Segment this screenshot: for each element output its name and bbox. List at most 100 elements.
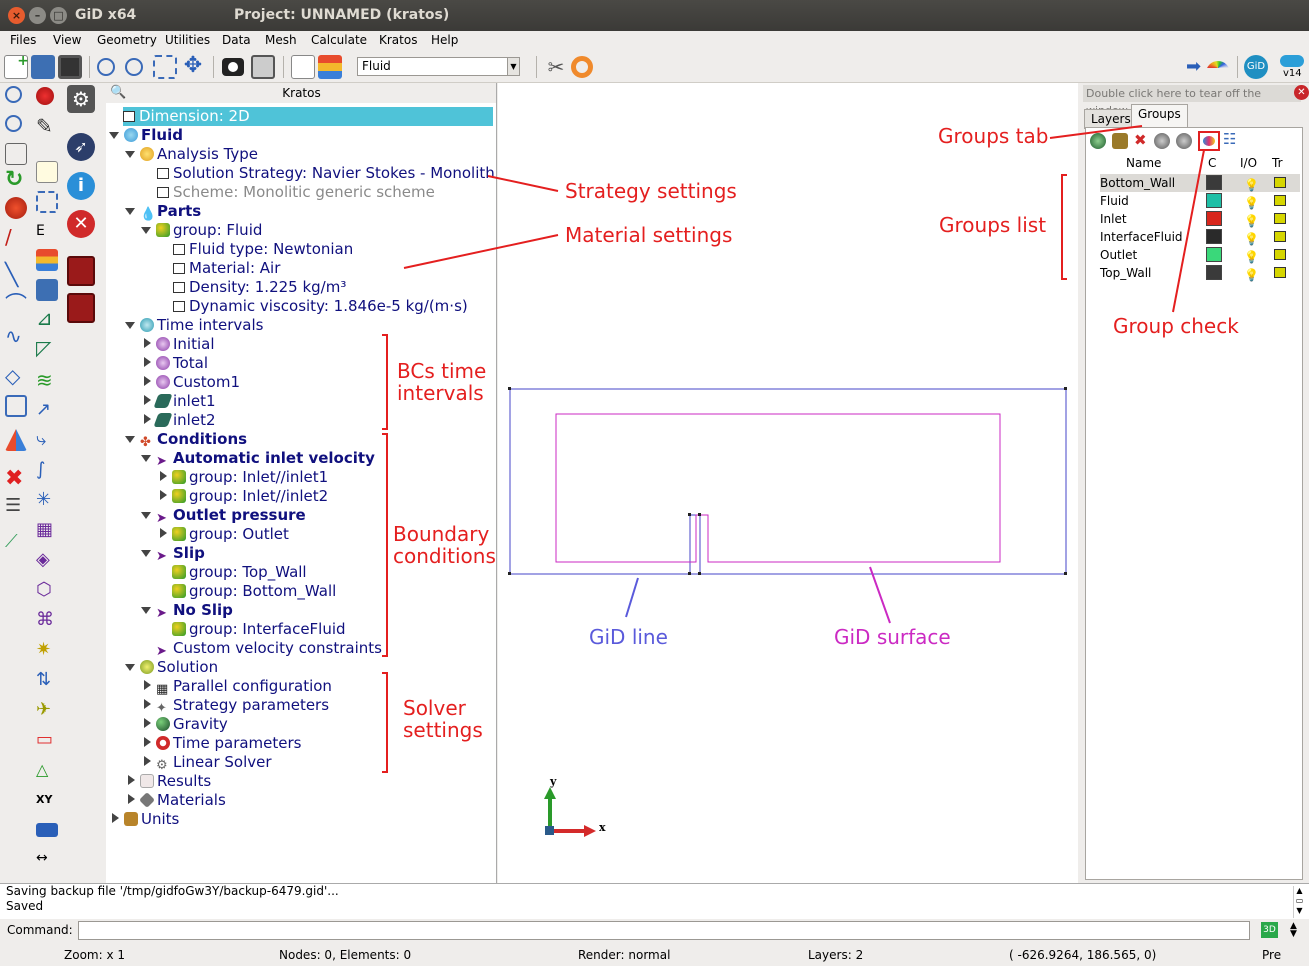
group-check-icon[interactable] bbox=[1198, 131, 1220, 151]
rainbow-icon[interactable] bbox=[1206, 61, 1230, 75]
maximize-window-button[interactable]: □ bbox=[50, 7, 67, 24]
ruler-icon[interactable]: ▭ bbox=[36, 729, 58, 751]
mesh-surface-icon[interactable]: ◸ bbox=[36, 337, 58, 359]
folder-icon[interactable] bbox=[36, 279, 58, 301]
menu-view[interactable]: View bbox=[53, 33, 81, 47]
expand-icon[interactable] bbox=[144, 756, 151, 766]
group-folder-icon[interactable] bbox=[1112, 133, 1128, 149]
copy-icon[interactable] bbox=[291, 55, 315, 79]
tree-item-custom1[interactable]: Custom1 bbox=[156, 373, 240, 392]
notes-icon[interactable] bbox=[36, 161, 58, 183]
group-lock-icon[interactable] bbox=[1176, 133, 1192, 149]
tree-item-inlet1[interactable]: inlet1 bbox=[153, 392, 216, 411]
tree-item-gravity[interactable]: Gravity bbox=[156, 715, 228, 734]
transparency-icon[interactable] bbox=[1274, 213, 1286, 224]
group-color-swatch[interactable] bbox=[1206, 265, 1222, 280]
expand-icon[interactable] bbox=[141, 227, 151, 234]
zoom-in-icon[interactable] bbox=[5, 86, 22, 103]
line-tool-icon[interactable]: ╲ bbox=[5, 265, 27, 287]
tree-item-parts[interactable]: 💧Parts bbox=[140, 202, 201, 222]
add-group-icon[interactable] bbox=[1090, 133, 1106, 149]
render-icon[interactable] bbox=[5, 197, 27, 219]
tree-item-fluid[interactable]: Fluid bbox=[124, 126, 183, 145]
tree-item-time-params[interactable]: Time parameters bbox=[156, 734, 301, 753]
mesh-view-icon[interactable]: ◈ bbox=[36, 549, 58, 571]
gear-icon[interactable]: ⚙ bbox=[67, 85, 95, 113]
tree-item-scheme[interactable]: Scheme: Monolitic generic scheme bbox=[157, 183, 435, 202]
expand-icon[interactable] bbox=[128, 775, 135, 785]
layer-select[interactable]: Fluid ▼ bbox=[357, 57, 520, 76]
new-file-icon[interactable]: + bbox=[4, 53, 29, 79]
tree-item-strategy-params[interactable]: ✦ Strategy parameters bbox=[156, 696, 329, 716]
book-icon[interactable] bbox=[67, 293, 95, 323]
expand-icon[interactable] bbox=[141, 550, 151, 557]
command-input[interactable] bbox=[78, 921, 1250, 940]
close-window-button[interactable]: × bbox=[8, 7, 25, 24]
tree-item-group-top-wall[interactable]: group: Top_Wall bbox=[172, 563, 307, 582]
intersect-icon[interactable]: ✳ bbox=[36, 489, 58, 511]
tree-item-inlet-velocity[interactable]: ➤ Automatic inlet velocity bbox=[156, 449, 375, 469]
tree-item-parallel[interactable]: ▦ Parallel configuration bbox=[156, 677, 332, 697]
print-icon[interactable] bbox=[251, 55, 275, 79]
expand-icon[interactable] bbox=[125, 664, 135, 671]
group-row[interactable]: Bottom_Wall 💡 bbox=[1100, 174, 1300, 192]
tree-item-group-fluid[interactable]: group: Fluid bbox=[156, 221, 262, 240]
version-toggle-icon[interactable] bbox=[1280, 55, 1304, 67]
delete-group-icon[interactable]: ✖ bbox=[1134, 131, 1147, 149]
distance-icon[interactable]: ↔ bbox=[36, 847, 58, 869]
expand-icon[interactable] bbox=[160, 471, 167, 481]
transparency-icon[interactable] bbox=[1274, 267, 1286, 278]
expand-icon[interactable] bbox=[144, 737, 151, 747]
copy-geometry-icon[interactable]: ⟋ bbox=[5, 531, 27, 553]
mesh-quality-icon[interactable]: ⌘ bbox=[36, 609, 58, 631]
expand-icon[interactable] bbox=[144, 357, 151, 367]
gid-logo-icon[interactable]: GiD bbox=[1244, 55, 1268, 79]
tree-item-solution[interactable]: Solution bbox=[140, 658, 218, 677]
group-row[interactable]: Top_Wall 💡 bbox=[1100, 264, 1300, 282]
select-window-icon[interactable] bbox=[36, 191, 58, 213]
redraw-icon[interactable]: ↻ bbox=[5, 169, 27, 191]
group-color-swatch[interactable] bbox=[1206, 229, 1222, 244]
list-icon[interactable]: ☰ bbox=[5, 495, 27, 517]
transparency-icon[interactable] bbox=[1274, 249, 1286, 260]
delete-icon[interactable]: ✖ bbox=[5, 468, 27, 490]
menu-utilities[interactable]: Utilities bbox=[165, 33, 210, 47]
tree-item-group-inlet1[interactable]: group: Inlet//inlet1 bbox=[172, 468, 328, 487]
record-icon[interactable] bbox=[36, 87, 54, 105]
menu-data[interactable]: Data bbox=[222, 33, 251, 47]
expand-icon[interactable] bbox=[144, 718, 151, 728]
zoom-in-icon[interactable] bbox=[97, 58, 115, 76]
polyline-tool-icon[interactable]: ◇ bbox=[5, 365, 27, 387]
expand-icon[interactable] bbox=[125, 208, 135, 215]
tree-item-conditions[interactable]: ✤ Conditions bbox=[140, 430, 247, 450]
save-icon[interactable] bbox=[58, 55, 82, 79]
group-color-swatch[interactable] bbox=[1206, 175, 1222, 190]
menu-geometry[interactable]: Geometry bbox=[97, 33, 157, 47]
tree-item-group-bottom-wall[interactable]: group: Bottom_Wall bbox=[172, 582, 336, 601]
gid-line-outline[interactable] bbox=[509, 388, 1067, 575]
triangle-icon[interactable]: △ bbox=[36, 759, 58, 781]
lightbulb-icon[interactable]: 💡 bbox=[1244, 266, 1259, 284]
tree-item-materials[interactable]: Materials bbox=[139, 791, 226, 810]
measure-icon[interactable]: ✈ bbox=[36, 699, 58, 721]
tree-item-group-inlet2[interactable]: group: Inlet//inlet2 bbox=[172, 487, 328, 506]
group-color-swatch[interactable] bbox=[1206, 211, 1222, 226]
tree-item-linear-solver[interactable]: ⚙ Linear Solver bbox=[156, 753, 272, 773]
tools-icon[interactable]: ✂ bbox=[544, 55, 568, 79]
expand-icon[interactable] bbox=[125, 151, 135, 158]
zoom-frame-icon[interactable] bbox=[5, 143, 27, 165]
tree-item-viscosity[interactable]: Dynamic viscosity: 1.846e-5 kg/(m·s) bbox=[173, 297, 468, 316]
tree-item-solution-strategy[interactable]: Solution Strategy: Navier Stokes - Monol… bbox=[157, 164, 496, 183]
transparency-icon[interactable] bbox=[1274, 231, 1286, 242]
tree-item-outlet-pressure[interactable]: ➤ Outlet pressure bbox=[156, 506, 306, 526]
lifebuoy-icon[interactable] bbox=[571, 56, 593, 78]
join-icon[interactable]: ⤷ bbox=[36, 429, 58, 451]
graphics-canvas[interactable]: y x bbox=[498, 83, 1078, 883]
search-icon[interactable]: 🔍 bbox=[110, 83, 126, 103]
chevron-down-icon[interactable]: ▼ bbox=[507, 58, 519, 75]
info-icon[interactable] bbox=[36, 823, 58, 837]
expand-icon[interactable] bbox=[109, 132, 119, 139]
cancel-run-icon[interactable]: ✕ bbox=[67, 210, 95, 238]
menu-kratos[interactable]: Kratos bbox=[379, 33, 417, 47]
tree-item-no-slip[interactable]: ➤ No Slip bbox=[156, 601, 233, 621]
